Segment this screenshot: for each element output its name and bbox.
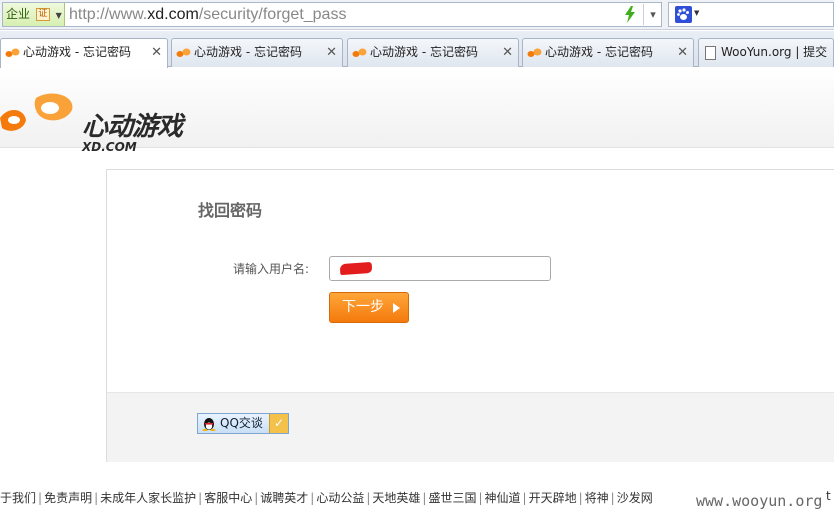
tab-label: WooYun.org | 提交 [721,45,828,59]
close-icon[interactable]: ✕ [326,39,337,66]
redaction-mark [339,261,373,276]
footer-link-jobs[interactable]: 诚聘英才 [260,491,308,505]
username-label: 请输入用户名: [233,262,310,276]
username-input[interactable] [329,256,551,281]
check-icon: ✓ [269,414,288,433]
close-icon[interactable]: ✕ [151,39,162,66]
xd-logo-icon [176,48,191,57]
org-badge-label: 企业 [6,7,31,21]
footer-link-sofa[interactable]: 沙发网 [617,491,653,505]
next-step-button[interactable]: 下一步 [329,292,409,323]
site-header: 心动游戏 XD.COM [0,68,834,154]
url-host: xd.com [147,6,199,23]
tab-wooyun[interactable]: WooYun.org | 提交 [698,38,834,67]
qq-chat-label: QQ交谈 [220,416,263,430]
footer-link-about[interactable]: 于我们 [0,491,36,505]
tab-forget-pass-2[interactable]: 心动游戏 - 忘记密码 ✕ [171,38,343,67]
site-logo[interactable]: 心动游戏 XD.COM [0,88,200,154]
footer-link-game-5[interactable]: 将神 [585,491,609,505]
url-dropdown-button[interactable]: ▾ [643,4,662,25]
tab-forget-pass-4[interactable]: 心动游戏 - 忘记密码 ✕ [522,38,694,67]
play-arrow-icon [393,303,400,313]
footer-links: 于我们 | 免责声明 | 未成年人家长监护 | 客服中心 | 诚聘英才 | 心动公益 | 天地英雄 | 盛世… [0,491,653,505]
tab-label: 心动游戏 - 忘记密码 [23,45,131,59]
baidu-paw-icon[interactable] [675,6,692,23]
search-input[interactable]: ▼ [668,2,834,27]
chevron-down-icon: ▾ [650,8,656,21]
chevron-down-icon: ▼ [55,11,62,20]
xd-logo-icon [0,93,73,131]
tab-forget-pass-3[interactable]: 心动游戏 - 忘记密码 ✕ [347,38,519,67]
tab-label: 心动游戏 - 忘记密码 [370,45,478,59]
page-title: 找回密码 [198,201,263,220]
xd-logo-icon [527,48,542,57]
close-icon[interactable]: ✕ [677,39,688,66]
qq-penguin-icon [202,418,216,431]
certificate-icon: 证 [35,8,50,21]
footer-link-game-2[interactable]: 盛世三国 [428,491,476,505]
chevron-down-icon[interactable]: ▼ [694,9,699,17]
xd-logo-icon [352,48,367,57]
footer-link-support[interactable]: 客服中心 [204,491,252,505]
xd-logo-icon [5,48,20,57]
footer-link-game-1[interactable]: 天地英雄 [372,491,420,505]
tab-forget-pass-1[interactable]: 心动游戏 - 忘记密码 ✕ [0,38,168,68]
url-prefix: http://www. [69,6,148,23]
lightning-icon[interactable] [623,6,637,23]
close-icon[interactable]: ✕ [502,39,513,66]
org-verification-badge[interactable]: 企业 证 ▼ [3,3,65,26]
tab-label: 心动游戏 - 忘记密码 [194,45,302,59]
footer-link-charity[interactable]: 心动公益 [316,491,364,505]
watermark: www.wooyun.org [696,492,823,510]
page-icon [705,46,716,60]
cropped-text: t [826,489,831,503]
url-text[interactable]: http://www.xd.com/security/forget_pass [69,3,346,26]
url-path: /security/forget_pass [198,6,347,23]
next-step-label: 下一步 [342,299,384,315]
forgot-password-panel: 找回密码 请输入用户名: 下一步 QQ交谈 ✓ [106,169,834,462]
url-field[interactable]: 企业 证 ▼ http://www.xd.com/security/forget… [2,2,662,27]
qq-chat-button[interactable]: QQ交谈 ✓ [197,413,289,434]
footer-link-game-4[interactable]: 开天辟地 [529,491,577,505]
panel-footer: QQ交谈 ✓ [107,392,834,462]
footer-link-game-3[interactable]: 神仙道 [485,491,521,505]
logo-text-en: XD.COM [82,140,137,154]
address-bar: 企业 证 ▼ http://www.xd.com/security/forget… [0,0,834,30]
logo-text-cn: 心动游戏 [82,112,183,142]
footer-link-parental[interactable]: 未成年人家长监护 [100,491,196,505]
tab-strip: 心动游戏 - 忘记密码 ✕ 心动游戏 - 忘记密码 ✕ 心动游戏 - 忘记密码 … [0,31,834,68]
footer-link-disclaimer[interactable]: 免责声明 [44,491,92,505]
tab-label: 心动游戏 - 忘记密码 [545,45,653,59]
